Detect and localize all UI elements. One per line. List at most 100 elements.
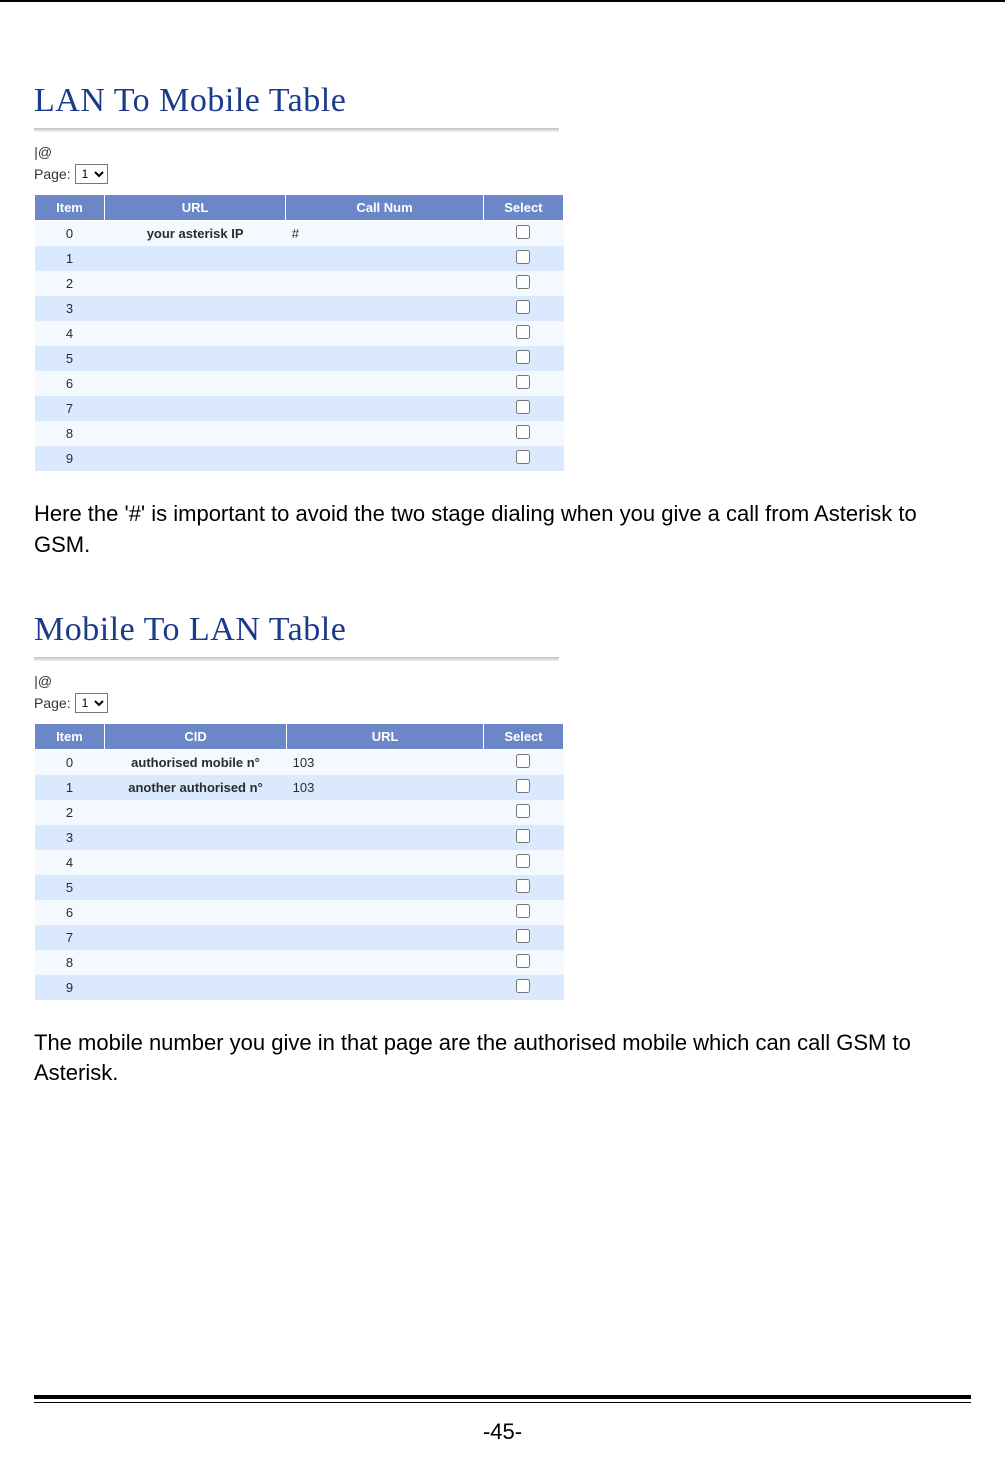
table-row: 0your asterisk IP# [35, 221, 564, 247]
page-select[interactable]: 1 [75, 693, 108, 713]
column-header: URL [287, 723, 484, 749]
cell-item: 2 [35, 271, 105, 296]
page-row: Page: 1 [34, 164, 594, 184]
select-checkbox[interactable] [516, 879, 530, 893]
cell-callnum [286, 421, 484, 446]
cell-item: 6 [35, 900, 105, 925]
cell-cid [104, 925, 286, 950]
select-checkbox[interactable] [516, 904, 530, 918]
divider [34, 657, 559, 661]
cell-callnum [286, 446, 484, 471]
paragraph: Here the '#' is important to avoid the t… [34, 499, 971, 561]
select-checkbox[interactable] [516, 375, 530, 389]
mobile-to-lan-table: ItemCIDURLSelect 0authorised mobile n°10… [34, 723, 564, 1000]
select-checkbox[interactable] [516, 754, 530, 768]
cell-url [105, 371, 286, 396]
filter-label: |@ [34, 144, 594, 160]
lan-to-mobile-table: ItemURLCall NumSelect 0your asterisk IP#… [34, 194, 564, 471]
cell-select [483, 850, 563, 875]
page-select[interactable]: 1 [75, 164, 108, 184]
select-checkbox[interactable] [516, 829, 530, 843]
select-checkbox[interactable] [516, 929, 530, 943]
page-label: Page: [34, 166, 71, 182]
select-checkbox[interactable] [516, 325, 530, 339]
table-row: 6 [35, 900, 564, 925]
select-checkbox[interactable] [516, 300, 530, 314]
select-checkbox[interactable] [516, 450, 530, 464]
table-row: 3 [35, 296, 564, 321]
cell-url: 103 [287, 749, 484, 775]
select-checkbox[interactable] [516, 779, 530, 793]
table-row: 8 [35, 421, 564, 446]
cell-select [483, 800, 563, 825]
cell-item: 5 [35, 346, 105, 371]
table-row: 5 [35, 346, 564, 371]
column-header: Item [35, 723, 105, 749]
table-row: 4 [35, 321, 564, 346]
footer-rule [34, 1395, 971, 1403]
cell-url [105, 321, 286, 346]
cell-cid [104, 950, 286, 975]
select-checkbox[interactable] [516, 425, 530, 439]
cell-cid [104, 825, 286, 850]
cell-cid [104, 800, 286, 825]
page-number: -45- [0, 1419, 1005, 1445]
column-header: Call Num [286, 195, 484, 221]
select-checkbox[interactable] [516, 979, 530, 993]
column-header: Item [35, 195, 105, 221]
cell-select [483, 875, 563, 900]
cell-select [483, 749, 563, 775]
cell-cid [104, 850, 286, 875]
cell-callnum [286, 396, 484, 421]
divider [34, 128, 559, 132]
table-row: 5 [35, 875, 564, 900]
mobile-to-lan-panel: Mobile To LAN Table |@ Page: 1 ItemCIDUR… [34, 611, 594, 1000]
cell-url [105, 271, 286, 296]
table-row: 0authorised mobile n°103 [35, 749, 564, 775]
select-checkbox[interactable] [516, 954, 530, 968]
cell-item: 8 [35, 950, 105, 975]
table-row: 4 [35, 850, 564, 875]
cell-select [483, 321, 563, 346]
cell-url [105, 421, 286, 446]
select-checkbox[interactable] [516, 225, 530, 239]
cell-url [287, 975, 484, 1000]
cell-url [105, 246, 286, 271]
section-title: Mobile To LAN Table [34, 611, 594, 649]
column-header: CID [104, 723, 286, 749]
table-row: 6 [35, 371, 564, 396]
select-checkbox[interactable] [516, 350, 530, 364]
cell-select [483, 925, 563, 950]
table-row: 2 [35, 271, 564, 296]
cell-callnum [286, 346, 484, 371]
cell-select [483, 900, 563, 925]
cell-url [287, 875, 484, 900]
cell-cid [104, 975, 286, 1000]
cell-select [483, 446, 563, 471]
cell-url: 103 [287, 775, 484, 800]
cell-select [483, 371, 563, 396]
select-checkbox[interactable] [516, 804, 530, 818]
select-checkbox[interactable] [516, 854, 530, 868]
cell-callnum [286, 246, 484, 271]
cell-url [105, 396, 286, 421]
table-row: 1 [35, 246, 564, 271]
cell-cid: another authorised n° [104, 775, 286, 800]
paragraph: The mobile number you give in that page … [34, 1028, 971, 1090]
cell-callnum [286, 271, 484, 296]
cell-select [483, 396, 563, 421]
cell-url [105, 296, 286, 321]
cell-cid: authorised mobile n° [104, 749, 286, 775]
cell-url [287, 825, 484, 850]
cell-select [483, 825, 563, 850]
cell-item: 2 [35, 800, 105, 825]
cell-select [483, 421, 563, 446]
cell-select [483, 775, 563, 800]
select-checkbox[interactable] [516, 250, 530, 264]
column-header: Select [483, 723, 563, 749]
cell-url [287, 950, 484, 975]
select-checkbox[interactable] [516, 400, 530, 414]
lan-to-mobile-panel: LAN To Mobile Table |@ Page: 1 ItemURLCa… [34, 82, 594, 471]
select-checkbox[interactable] [516, 275, 530, 289]
cell-callnum [286, 321, 484, 346]
